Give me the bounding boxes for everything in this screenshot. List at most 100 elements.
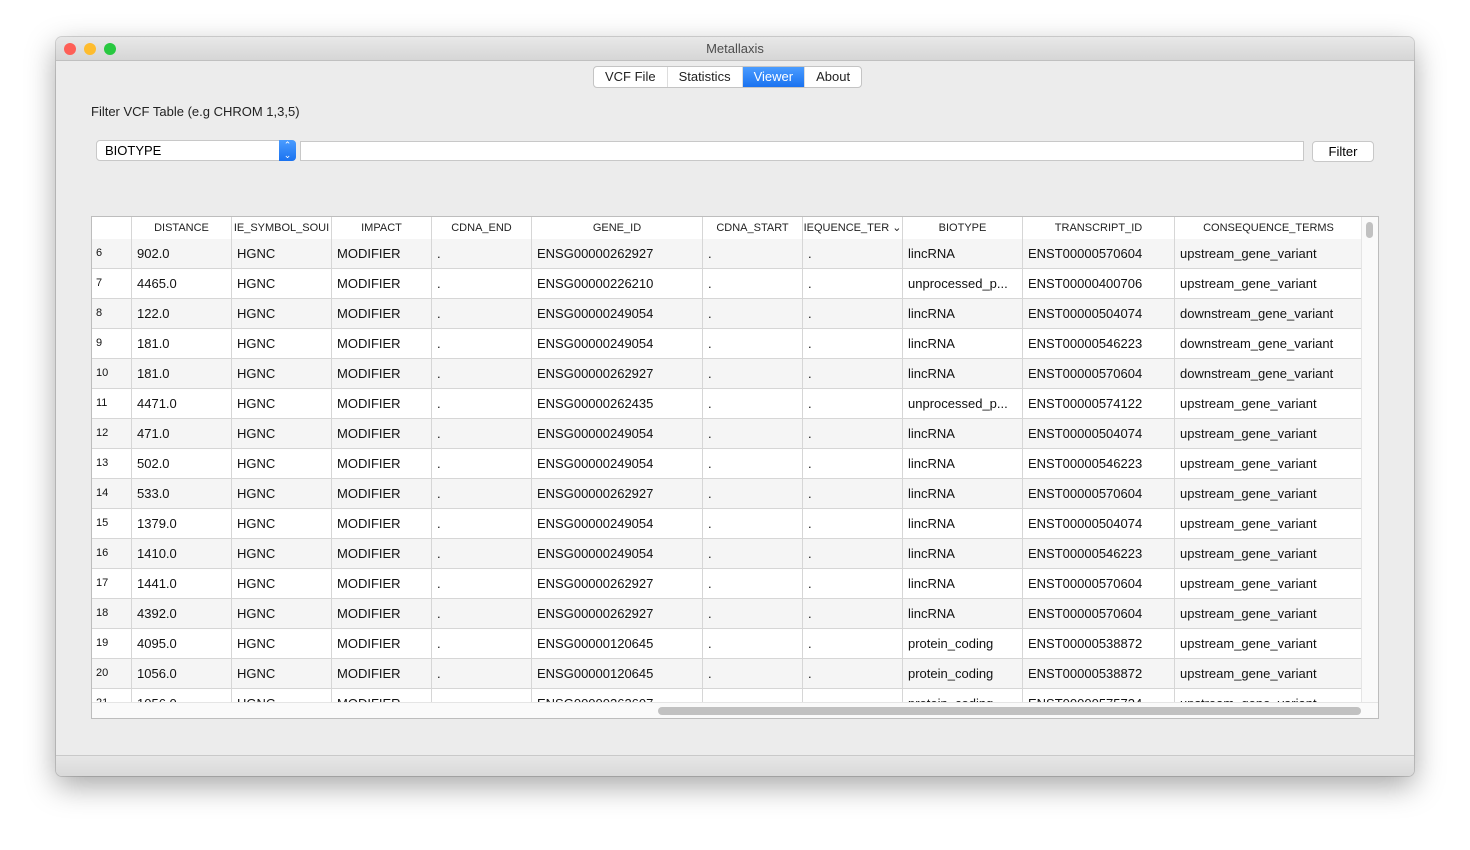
column-header-biotype[interactable]: BIOTYPE — [903, 217, 1023, 239]
table-cell[interactable]: lincRNA — [903, 599, 1023, 628]
table-cell[interactable]: downstream_gene_variant — [1175, 299, 1363, 328]
table-cell[interactable]: ENSG00000226210 — [532, 269, 703, 298]
table-row[interactable]: 12 471.0 HGNC MODIFIER. ENSG00000249054.. lin… — [92, 419, 1363, 449]
table-cell[interactable]: . — [432, 599, 532, 628]
table-cell[interactable]: 1056.0 — [132, 659, 232, 688]
table-cell[interactable]: 181.0 — [132, 329, 232, 358]
table-cell[interactable]: upstream_gene_variant — [1175, 659, 1363, 688]
table-cell[interactable]: upstream_gene_variant — [1175, 569, 1363, 598]
table-cell[interactable]: ENST00000570604 — [1023, 479, 1175, 508]
table-cell[interactable]: upstream_gene_variant — [1175, 419, 1363, 448]
table-cell[interactable]: HGNC — [232, 539, 332, 568]
column-header-cdna-end[interactable]: CDNA_END — [432, 217, 532, 239]
column-header-gene-symbol-source[interactable]: IE_SYMBOL_SOUI — [232, 217, 332, 239]
table-cell[interactable]: ENST00000570604 — [1023, 599, 1175, 628]
table-cell[interactable]: upstream_gene_variant — [1175, 539, 1363, 568]
column-header-consequence-terms[interactable]: CONSEQUENCE_TERMS — [1175, 217, 1363, 239]
table-cell[interactable]: 181.0 — [132, 359, 232, 388]
table-cell[interactable]: lincRNA — [903, 239, 1023, 268]
table-cell[interactable]: . — [703, 269, 803, 298]
table-cell[interactable]: ENSG00000249054 — [532, 449, 703, 478]
column-header-impact[interactable]: IMPACT — [332, 217, 432, 239]
table-cell[interactable]: MODIFIER — [332, 569, 432, 598]
table-cell[interactable]: HGNC — [232, 599, 332, 628]
table-cell[interactable]: MODIFIER — [332, 599, 432, 628]
table-cell[interactable]: . — [432, 659, 532, 688]
table-cell[interactable]: ENSG00000262927 — [532, 239, 703, 268]
table-cell[interactable]: upstream_gene_variant — [1175, 629, 1363, 658]
table-cell[interactable]: ENST00000574122 — [1023, 389, 1175, 418]
table-cell[interactable]: HGNC — [232, 449, 332, 478]
table-cell[interactable]: 902.0 — [132, 239, 232, 268]
table-cell[interactable]: . — [432, 239, 532, 268]
table-cell[interactable]: . — [703, 389, 803, 418]
filter-input[interactable] — [300, 141, 1304, 161]
table-cell[interactable]: . — [803, 299, 903, 328]
minimize-window-button[interactable] — [84, 43, 96, 55]
table-cell[interactable]: HGNC — [232, 299, 332, 328]
table-cell[interactable]: MODIFIER — [332, 629, 432, 658]
table-cell[interactable]: MODIFIER — [332, 359, 432, 388]
table-cell[interactable]: MODIFIER — [332, 389, 432, 418]
table-cell[interactable]: downstream_gene_variant — [1175, 359, 1363, 388]
table-row[interactable]: 20 1056.0 HGNC MODIFIER. ENSG00000120645.. pr… — [92, 659, 1363, 689]
table-cell[interactable]: 1379.0 — [132, 509, 232, 538]
table-cell[interactable]: ENSG00000249054 — [532, 419, 703, 448]
table-cell[interactable]: . — [432, 419, 532, 448]
table-cell[interactable]: MODIFIER — [332, 299, 432, 328]
table-cell[interactable]: . — [432, 629, 532, 658]
table-cell[interactable]: ENST00000570604 — [1023, 359, 1175, 388]
table-cell[interactable]: 1410.0 — [132, 539, 232, 568]
table-row[interactable]: 16 1410.0 HGNC MODIFIER. ENSG00000249054.. li… — [92, 539, 1363, 569]
column-header-transcript-id[interactable]: TRANSCRIPT_ID — [1023, 217, 1175, 239]
table-cell[interactable]: MODIFIER — [332, 659, 432, 688]
table-cell[interactable]: MODIFIER — [332, 239, 432, 268]
table-cell[interactable]: HGNC — [232, 479, 332, 508]
table-cell[interactable]: protein_coding — [903, 629, 1023, 658]
table-cell[interactable]: 4095.0 — [132, 629, 232, 658]
table-cell[interactable]: 4465.0 — [132, 269, 232, 298]
table-row[interactable]: 11 4471.0 HGNC MODIFIER. ENSG00000262435.. un… — [92, 389, 1363, 419]
table-row[interactable]: 13 502.0 HGNC MODIFIER. ENSG00000249054.. lin… — [92, 449, 1363, 479]
table-cell[interactable]: HGNC — [232, 239, 332, 268]
table-cell[interactable]: ENSG00000249054 — [532, 539, 703, 568]
horizontal-scroll-thumb[interactable] — [658, 707, 1361, 715]
table-cell[interactable]: . — [703, 239, 803, 268]
vertical-scroll-thumb[interactable] — [1366, 222, 1373, 238]
table-cell[interactable]: ENSG00000262927 — [532, 569, 703, 598]
table-cell[interactable]: . — [703, 509, 803, 538]
table-cell[interactable]: MODIFIER — [332, 479, 432, 508]
table-cell[interactable]: . — [432, 299, 532, 328]
table-cell[interactable]: MODIFIER — [332, 419, 432, 448]
table-row[interactable]: 9 181.0 HGNC MODIFIER. ENSG00000249054.. linc… — [92, 329, 1363, 359]
table-cell[interactable]: unprocessed_p... — [903, 269, 1023, 298]
filter-column-select[interactable]: BIOTYPE ⌃ ⌄ — [96, 140, 296, 161]
table-cell[interactable]: ENSG00000249054 — [532, 329, 703, 358]
table-cell[interactable]: lincRNA — [903, 479, 1023, 508]
table-cell[interactable]: ENSG00000262927 — [532, 599, 703, 628]
table-cell[interactable]: . — [803, 329, 903, 358]
table-cell[interactable]: 533.0 — [132, 479, 232, 508]
table-cell[interactable]: . — [703, 479, 803, 508]
table-cell[interactable]: . — [803, 269, 903, 298]
table-cell[interactable]: HGNC — [232, 389, 332, 418]
table-cell[interactable]: ENST00000400706 — [1023, 269, 1175, 298]
table-cell[interactable]: protein_coding — [903, 659, 1023, 688]
table-cell[interactable]: downstream_gene_variant — [1175, 329, 1363, 358]
table-cell[interactable]: lincRNA — [903, 329, 1023, 358]
table-cell[interactable]: . — [803, 569, 903, 598]
table-cell[interactable]: ENST00000570604 — [1023, 569, 1175, 598]
table-cell[interactable]: . — [803, 239, 903, 268]
table-cell[interactable]: . — [703, 329, 803, 358]
table-cell[interactable]: HGNC — [232, 419, 332, 448]
table-cell[interactable]: HGNC — [232, 569, 332, 598]
column-header-gene-id[interactable]: GENE_ID — [532, 217, 703, 239]
table-cell[interactable]: . — [432, 539, 532, 568]
table-cell[interactable]: ENSG00000120645 — [532, 659, 703, 688]
table-cell[interactable]: 4471.0 — [132, 389, 232, 418]
table-cell[interactable]: lincRNA — [903, 299, 1023, 328]
table-cell[interactable]: . — [803, 539, 903, 568]
table-cell[interactable]: . — [803, 389, 903, 418]
table-cell[interactable]: lincRNA — [903, 419, 1023, 448]
table-cell[interactable]: HGNC — [232, 629, 332, 658]
